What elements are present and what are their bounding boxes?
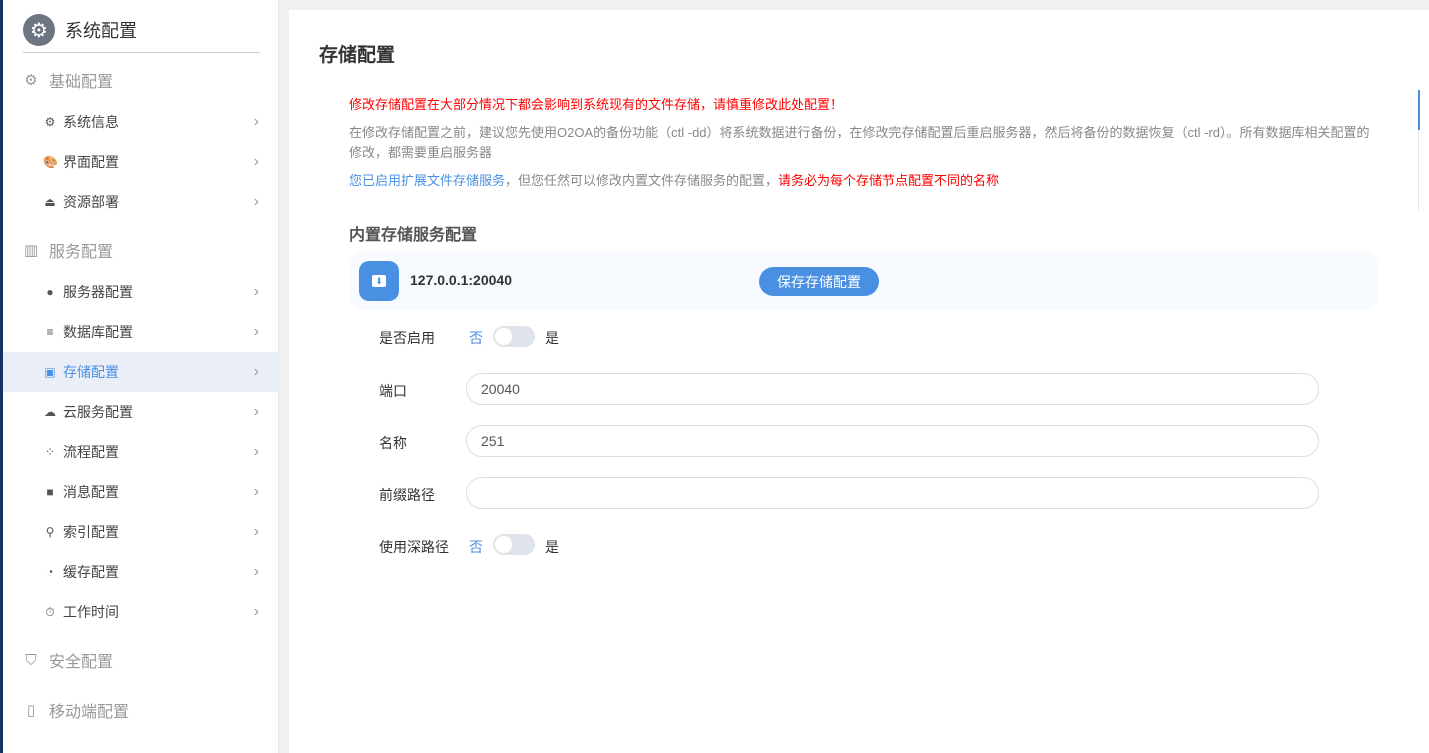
item-label: 工作时间 bbox=[63, 604, 119, 620]
sidebar-item-cloud[interactable]: ☁ 云服务配置 › bbox=[3, 392, 279, 432]
cloud-icon: ☁ bbox=[44, 405, 56, 419]
warning-text: 修改存储配置在大部分情况下都会影响到系统现有的文件存储，请慎重修改此处配置！ bbox=[349, 97, 844, 112]
notice-gray: ，但您任然可以修改内置文件存储服务的配置， bbox=[505, 173, 779, 188]
shield-icon: ⛉ bbox=[25, 651, 37, 669]
sidebar-item-server[interactable]: ● 服务器配置 › bbox=[3, 272, 279, 312]
group-label: 服务配置 bbox=[49, 244, 114, 261]
gear-icon: ⚙ bbox=[44, 115, 56, 129]
item-label: 资源部署 bbox=[63, 194, 119, 210]
server-icon: ▥ bbox=[23, 242, 39, 259]
chevron-right-icon: › bbox=[253, 323, 259, 340]
gear-icon: ⚙ bbox=[23, 14, 55, 46]
gear-icon: ⚙ bbox=[24, 72, 38, 89]
deep-path-toggle[interactable] bbox=[493, 534, 535, 555]
database-icon: ≡ bbox=[46, 325, 54, 339]
prefix-input[interactable] bbox=[466, 477, 1319, 509]
group-label: 移动端配置 bbox=[49, 704, 130, 721]
enable-label: 是否启用 bbox=[379, 330, 435, 346]
storage-icon: ⬇ bbox=[359, 261, 399, 301]
name-input[interactable] bbox=[466, 425, 1319, 457]
scrollbar[interactable] bbox=[1418, 90, 1420, 130]
enable-toggle[interactable] bbox=[493, 326, 535, 347]
sidebar-item-storage[interactable]: ▣ 存储配置 › bbox=[3, 352, 279, 392]
item-label: 云服务配置 bbox=[63, 404, 133, 420]
group-mobile[interactable]: ▯ 移动端配置 bbox=[23, 698, 129, 722]
item-label: 缓存配置 bbox=[63, 564, 119, 580]
page-title: 存储配置 bbox=[319, 45, 396, 66]
sidebar-item-process[interactable]: ⁘ 流程配置 › bbox=[3, 432, 279, 472]
deep-path-label: 使用深路径 bbox=[379, 539, 449, 555]
item-label: 索引配置 bbox=[63, 524, 119, 540]
notice-text: 您已启用扩展文件存储服务，但您任然可以修改内置文件存储服务的配置，请务必为每个存… bbox=[349, 171, 999, 191]
deep-no[interactable]: 否 bbox=[469, 537, 483, 557]
chevron-right-icon: › bbox=[253, 403, 259, 420]
chevron-right-icon: › bbox=[253, 363, 259, 380]
notice-red: 请务必为每个存储节点配置不同的名称 bbox=[778, 173, 1000, 188]
chevron-right-icon: › bbox=[253, 283, 259, 300]
item-label: 系统信息 bbox=[63, 114, 119, 130]
chevron-right-icon: › bbox=[253, 193, 259, 210]
flow-icon: ⁘ bbox=[44, 445, 56, 459]
sidebar-item-deploy[interactable]: ⏏ 资源部署 › bbox=[3, 182, 279, 222]
enable-yes[interactable]: 是 bbox=[545, 328, 559, 348]
scrollbar-track bbox=[1418, 130, 1419, 210]
sidebar-item-cache[interactable]: ◔ 缓存配置 › bbox=[3, 552, 279, 592]
notice-link[interactable]: 您已启用扩展文件存储服务 bbox=[349, 173, 505, 188]
message-icon: ■ bbox=[46, 485, 54, 499]
chevron-right-icon: › bbox=[253, 523, 259, 540]
item-label: 存储配置 bbox=[63, 364, 119, 380]
item-label: 服务器配置 bbox=[63, 284, 133, 300]
sidebar-title: 系统配置 bbox=[65, 21, 137, 41]
port-label: 端口 bbox=[379, 383, 407, 399]
port-input[interactable] bbox=[466, 373, 1319, 405]
item-label: 界面配置 bbox=[63, 154, 119, 170]
chevron-right-icon: › bbox=[253, 443, 259, 460]
sidebar-item-database[interactable]: ≡ 数据库配置 › bbox=[3, 312, 279, 352]
item-label: 数据库配置 bbox=[63, 324, 133, 340]
chevron-right-icon: › bbox=[253, 483, 259, 500]
chevron-right-icon: › bbox=[253, 563, 259, 580]
search-icon: ⚲ bbox=[45, 525, 55, 539]
chevron-right-icon: › bbox=[253, 603, 259, 620]
group-security[interactable]: ⛉ 安全配置 bbox=[23, 648, 113, 672]
section-title: 内置存储服务配置 bbox=[349, 227, 478, 244]
group-basic[interactable]: ⚙ 基础配置 bbox=[23, 68, 113, 92]
prefix-label: 前缀路径 bbox=[379, 487, 435, 503]
item-label: 流程配置 bbox=[63, 444, 119, 460]
node-host: 127.0.0.1:20040 bbox=[410, 272, 512, 288]
pie-icon: ◔ bbox=[46, 565, 54, 579]
palette-icon: 🎨 bbox=[43, 155, 58, 169]
main-panel: 存储配置 修改存储配置在大部分情况下都会影响到系统现有的文件存储，请慎重修改此处… bbox=[289, 10, 1429, 753]
save-storage-button[interactable]: 保存存储配置 bbox=[759, 267, 879, 296]
storage-node-card: ⬇ 127.0.0.1:20040 保存存储配置 bbox=[349, 252, 1379, 310]
stopwatch-icon: ⏱ bbox=[45, 604, 55, 619]
group-label: 安全配置 bbox=[49, 654, 114, 671]
sidebar-item-ui[interactable]: 🎨 界面配置 › bbox=[3, 142, 279, 182]
sidebar-item-index[interactable]: ⚲ 索引配置 › bbox=[3, 512, 279, 552]
advice-text: 在修改存储配置之前，建议您先使用O2OA的备份功能（ctl -dd）将系统数据进… bbox=[349, 125, 1370, 160]
user-server-icon: ● bbox=[46, 285, 54, 299]
group-label: 基础配置 bbox=[49, 74, 114, 91]
name-label: 名称 bbox=[379, 435, 407, 451]
sidebar: ⚙ 系统配置 ⚙ 基础配置 ⚙ 系统信息 › 🎨 界面配置 › ⏏ 资源部署 › ▥ 服务配置 … bbox=[3, 0, 279, 753]
chevron-right-icon: › bbox=[253, 113, 259, 130]
sidebar-header: ⚙ 系统配置 bbox=[23, 14, 137, 46]
sidebar-item-message[interactable]: ■ 消息配置 › bbox=[3, 472, 279, 512]
upload-icon: ⏏ bbox=[44, 195, 56, 209]
sidebar-item-system-info[interactable]: ⚙ 系统信息 › bbox=[3, 102, 279, 142]
deep-yes[interactable]: 是 bbox=[545, 537, 559, 557]
mobile-icon: ▯ bbox=[26, 702, 36, 719]
sidebar-item-worktime[interactable]: ⏱ 工作时间 › bbox=[3, 592, 279, 632]
storage-icon: ▣ bbox=[44, 365, 56, 379]
item-label: 消息配置 bbox=[63, 484, 119, 500]
group-service[interactable]: ▥ 服务配置 bbox=[23, 238, 113, 262]
divider bbox=[23, 52, 260, 53]
enable-no[interactable]: 否 bbox=[469, 328, 483, 348]
chevron-right-icon: › bbox=[253, 153, 259, 170]
